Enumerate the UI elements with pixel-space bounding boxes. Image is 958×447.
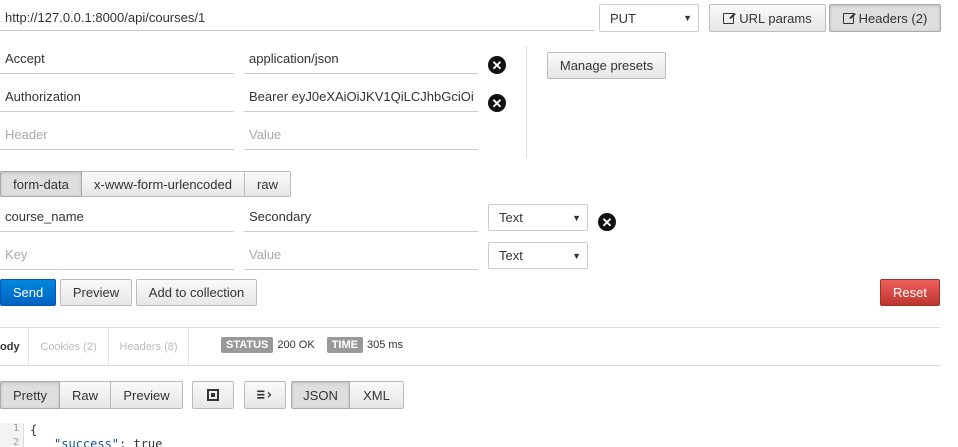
chevron-down-icon: ▼ [572, 212, 581, 223]
response-tabs: ody Cookies (2) Headers (8) [0, 328, 189, 366]
code-line: 2 "success" : true [0, 437, 400, 447]
response-code: 1 { 2 "success" : true [0, 423, 400, 447]
tab-form-data[interactable]: form-data [0, 171, 82, 197]
chevron-down-icon: ▼ [683, 13, 692, 23]
url-params-button[interactable]: URL params [709, 4, 826, 32]
code-text: { [30, 423, 38, 437]
header-value-authorization[interactable]: Bearer eyJ0eXAiOiJKV1QiLCJhbGciOi [244, 82, 478, 112]
form-type-select[interactable]: Text ▼ [488, 204, 588, 231]
new-form-type-select[interactable]: Text ▼ [488, 242, 588, 269]
tab-raw-view[interactable]: Raw [60, 381, 111, 409]
tab-pretty[interactable]: Pretty [0, 381, 60, 409]
header-value-input[interactable]: Value [244, 120, 478, 150]
reset-button[interactable]: Reset [880, 279, 940, 306]
format-tabs: JSON XML [291, 381, 404, 409]
method-select[interactable]: PUT ▼ [599, 4, 699, 32]
form-type-value: Text [499, 210, 523, 225]
preview-button[interactable]: Preview [60, 279, 132, 306]
tab-json[interactable]: JSON [291, 381, 350, 409]
form-value-course-name[interactable]: Secondary [244, 202, 478, 232]
tab-response-headers[interactable]: Headers (8) [109, 328, 189, 366]
time-badge: TIME [326, 337, 363, 353]
headers-divider [526, 46, 527, 158]
code-line: 1 { [0, 423, 400, 437]
status-value: 200 OK [277, 339, 315, 351]
method-value: PUT [610, 10, 636, 26]
url-params-label: URL params [739, 10, 812, 26]
manage-presets-button[interactable]: Manage presets [547, 52, 666, 79]
remove-header-accept-icon[interactable]: ✕ [488, 56, 506, 74]
tab-x-www-form-urlencoded[interactable]: x-www-form-urlencoded [82, 171, 245, 197]
status-badge: STATUS [221, 337, 274, 353]
header-value-accept[interactable]: application/json [244, 44, 478, 74]
fullscreen-button[interactable] [192, 381, 234, 409]
add-to-collection-button[interactable]: Add to collection [136, 279, 257, 306]
chevron-down-icon: ▼ [572, 250, 581, 261]
tab-xml[interactable]: XML [350, 381, 404, 409]
url-input[interactable] [0, 4, 594, 31]
form-value-input[interactable]: Value [244, 240, 478, 270]
response-status: STATUS 200 OK TIME 305 ms [221, 337, 403, 353]
code-key: "success" [54, 437, 120, 447]
headers-button[interactable]: Headers (2) [829, 4, 941, 32]
tab-preview-view[interactable]: Preview [111, 381, 183, 409]
header-key-accept[interactable]: Accept [0, 44, 234, 74]
send-button[interactable]: Send [0, 279, 56, 306]
edit-icon [842, 12, 854, 24]
time-value: 305 ms [366, 339, 404, 351]
tab-raw[interactable]: raw [245, 171, 291, 197]
headers-label: Headers (2) [858, 10, 928, 26]
expand-icon [207, 389, 219, 401]
wrap-lines-icon: ≡› [256, 387, 274, 403]
remove-form-row-icon[interactable]: ✕ [598, 213, 616, 231]
body-type-tabs: form-data x-www-form-urlencoded raw [0, 171, 291, 197]
header-key-input[interactable]: Header [0, 120, 234, 150]
remove-header-authorization-icon[interactable]: ✕ [488, 94, 506, 112]
code-value: : true [119, 437, 163, 447]
tab-response-body[interactable]: ody [0, 328, 29, 366]
form-key-course-name[interactable]: course_name [0, 202, 234, 232]
response-tabs-border [0, 365, 940, 366]
line-number: 1 [0, 423, 24, 437]
form-key-input[interactable]: Key [0, 240, 234, 270]
wrap-lines-button[interactable]: ≡› [244, 381, 286, 409]
new-form-type-value: Text [499, 248, 523, 263]
header-key-authorization[interactable]: Authorization [0, 82, 234, 112]
tab-response-cookies[interactable]: Cookies (2) [29, 328, 109, 366]
view-mode-tabs: Pretty Raw Preview [0, 381, 183, 409]
line-number: 2 [0, 437, 24, 447]
edit-icon [723, 12, 735, 24]
